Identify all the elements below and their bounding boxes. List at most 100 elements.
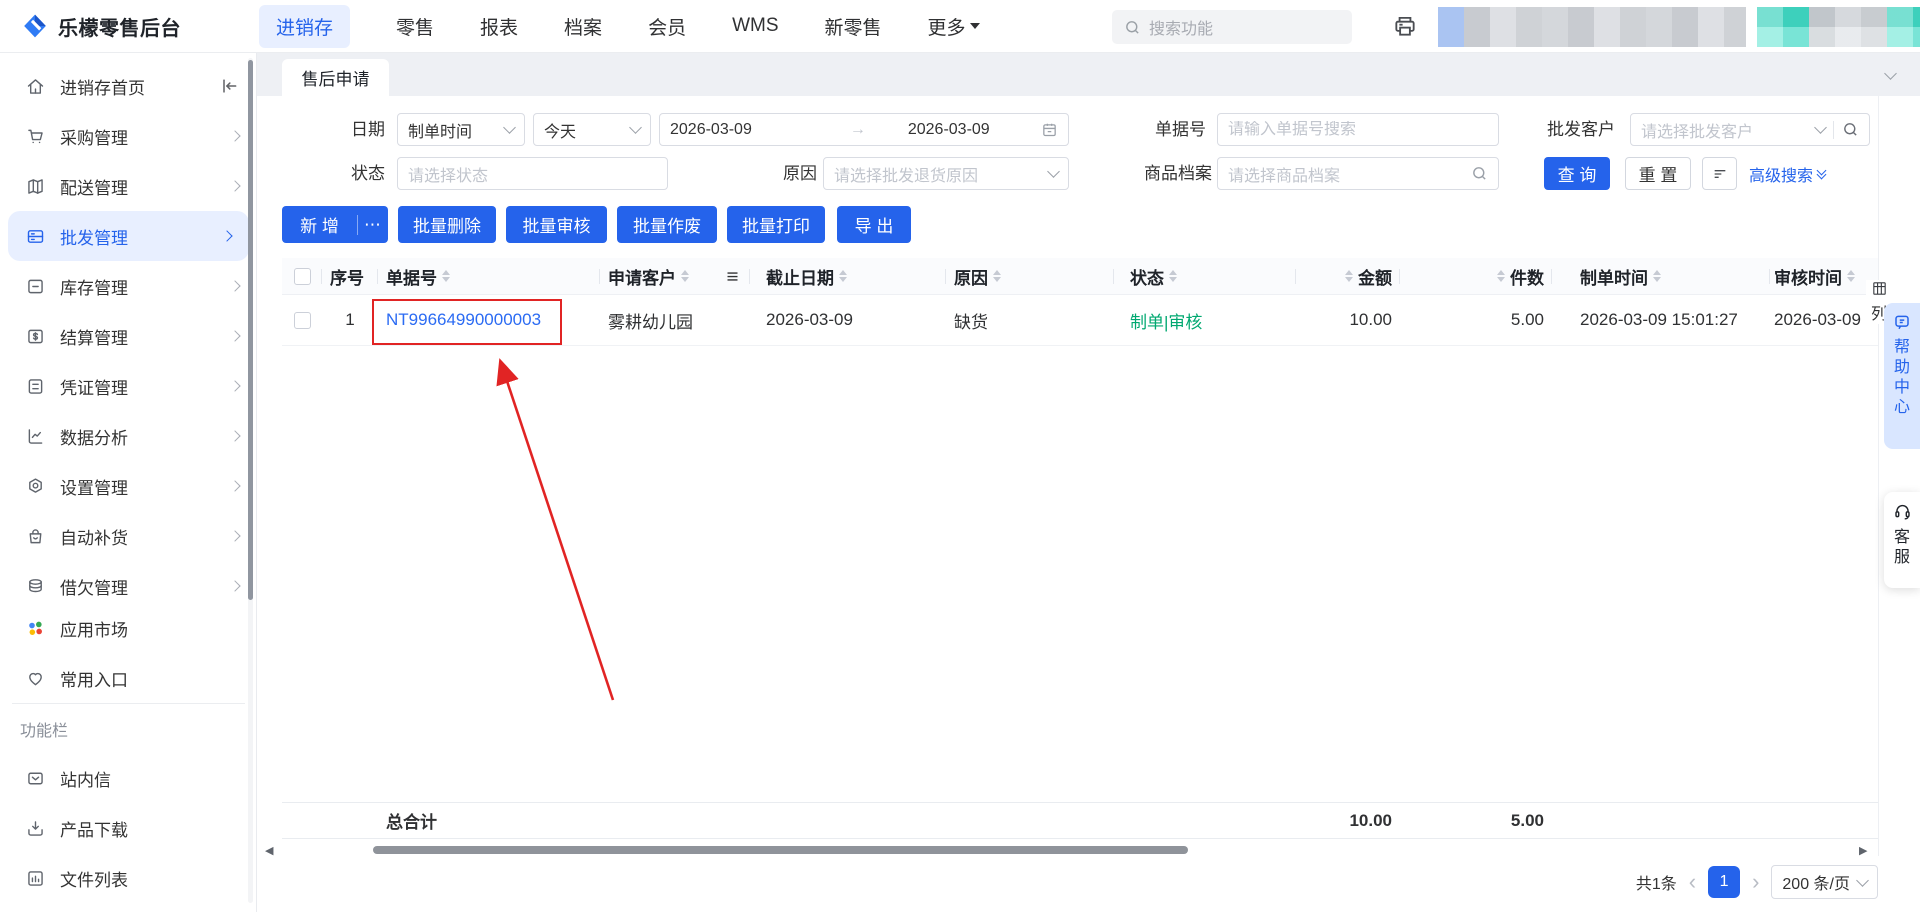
col-reason[interactable]: 原因 <box>946 258 1114 294</box>
doc-no-input[interactable] <box>1217 113 1499 146</box>
column-menu-icon[interactable] <box>725 269 740 284</box>
total-label: 总合计 <box>386 813 437 832</box>
reset-button[interactable]: 重 置 <box>1625 157 1691 190</box>
sidebar-item-product-download[interactable]: 产品下载 <box>0 803 257 853</box>
logo-icon <box>24 14 46 38</box>
current-page-button[interactable]: 1 <box>1708 866 1741 898</box>
advanced-search-link[interactable]: 高级搜索 <box>1749 157 1827 190</box>
sidebar-item-analytics[interactable]: 数据分析 <box>0 411 257 461</box>
horizontal-scrollbar[interactable]: ◀ ▶ <box>257 844 1920 857</box>
search-icon[interactable] <box>1842 121 1859 138</box>
customer-select[interactable]: 请选择批发客户 <box>1630 113 1870 146</box>
chevron-right-icon <box>229 330 241 342</box>
sidebar-item-favorites[interactable]: 常用入口 <box>0 653 257 703</box>
divider <box>1833 120 1834 139</box>
chevron-down-icon <box>1047 165 1060 178</box>
tab-after-sale-request[interactable]: 售后申请 <box>282 59 389 96</box>
col-created-time[interactable]: 制单时间 <box>1552 258 1770 294</box>
sidebar-item-messages[interactable]: 站内信 <box>0 753 257 803</box>
col-customer[interactable]: 申请客户 <box>600 258 750 294</box>
date-to-value[interactable]: 2026-03-09 <box>908 121 990 139</box>
date-preset-select[interactable]: 今天 <box>533 113 651 146</box>
main-content: 售后申请 日期 制单时间 今天 2026-03-09 → 2026-03-09 … <box>257 53 1920 912</box>
product-select[interactable]: 请选择商品档案 <box>1217 157 1499 190</box>
row-checkbox[interactable] <box>293 311 311 329</box>
date-from-value[interactable]: 2026-03-09 <box>670 121 752 139</box>
nav-item-archive[interactable]: 档案 <box>564 13 602 40</box>
date-range-picker[interactable]: 2026-03-09 → 2026-03-09 <box>659 113 1069 146</box>
printer-icon[interactable] <box>1392 13 1418 39</box>
doc-no-input-field[interactable] <box>1228 120 1488 139</box>
col-audit-time[interactable]: 审核时间 <box>1770 258 1878 294</box>
download-icon <box>28 820 43 836</box>
scrollbar-thumb[interactable] <box>373 846 1188 854</box>
sidebar-item-file-list[interactable]: 文件列表 <box>0 853 257 903</box>
cell-created-time: 2026-03-09 15:01:27 <box>1580 310 1738 329</box>
scroll-right-arrow[interactable]: ▶ <box>1859 844 1867 857</box>
sidebar-scrollbar-thumb[interactable] <box>248 60 253 600</box>
prev-page-button[interactable]: ‹ <box>1689 871 1696 893</box>
chevron-right-icon <box>229 180 241 192</box>
batch-print-button[interactable]: 批量打印 <box>727 206 825 243</box>
nav-item-new-retail[interactable]: 新零售 <box>825 13 882 40</box>
col-doc-no[interactable]: 单据号 <box>378 258 600 294</box>
app-logo[interactable]: 乐檬零售后台 <box>0 12 235 41</box>
sort-icon <box>1653 270 1661 282</box>
sidebar-item-voucher[interactable]: 凭证管理 <box>0 361 257 411</box>
sort-icon <box>1497 270 1505 282</box>
select-all-checkbox[interactable] <box>293 267 311 285</box>
nav-item-wms[interactable]: WMS <box>732 15 778 37</box>
batch-audit-button[interactable]: 批量审核 <box>506 206 607 243</box>
customer-service-widget[interactable]: 客服 <box>1884 492 1920 588</box>
add-more-button[interactable]: ⋯ <box>358 215 388 235</box>
next-page-button[interactable]: › <box>1752 871 1759 893</box>
double-chevron-down-icon <box>1816 165 1827 179</box>
sidebar-item-purchase[interactable]: 采购管理 <box>0 111 257 161</box>
app-title: 乐檬零售后台 <box>58 17 181 40</box>
scroll-left-arrow[interactable]: ◀ <box>265 844 273 857</box>
coins-icon <box>29 578 42 592</box>
sidebar-item-auto-replenish[interactable]: 自动补货 <box>0 511 257 561</box>
chevron-right-icon <box>229 580 241 592</box>
export-button[interactable]: 导 出 <box>837 206 911 243</box>
nav-item-more[interactable]: 更多 <box>928 13 980 40</box>
sidebar-item-wholesale[interactable]: 批发管理 <box>8 211 249 261</box>
col-amount[interactable]: 金额 <box>1296 258 1400 294</box>
function-search-input[interactable]: 搜索功能 <box>1112 10 1352 44</box>
status-action-links[interactable]: 制单|审核 <box>1130 308 1202 333</box>
col-deadline[interactable]: 截止日期 <box>750 258 946 294</box>
headset-icon <box>1894 504 1910 520</box>
nav-item-report[interactable]: 报表 <box>480 13 518 40</box>
help-center-widget[interactable]: 帮助中心 <box>1884 303 1920 449</box>
table-header: 序号 单据号 申请客户 截止日期 原因 状态 金额 件数 制单时间 审核时间 <box>282 258 1878 295</box>
col-qty[interactable]: 件数 <box>1400 258 1552 294</box>
sidebar-item-settlement[interactable]: 结算管理 <box>0 311 257 361</box>
app-market-icon <box>29 621 42 635</box>
file-chart-icon <box>28 870 43 886</box>
col-status[interactable]: 状态 <box>1114 258 1296 294</box>
batch-delete-button[interactable]: 批量删除 <box>398 206 496 243</box>
calendar-icon <box>1043 123 1056 137</box>
sort-icon <box>839 270 847 282</box>
add-button-group[interactable]: 新 增 ⋯ <box>282 206 388 243</box>
nav-item-member[interactable]: 会员 <box>648 13 686 40</box>
page-size-select[interactable]: 200 条/页 <box>1771 865 1878 899</box>
status-select[interactable]: 请选择状态 <box>397 157 668 190</box>
add-button[interactable]: 新 增 <box>282 212 357 237</box>
collapse-panel-button[interactable] <box>1875 61 1905 89</box>
sidebar-item-home[interactable]: 进销存首页 <box>0 61 257 111</box>
status-filter-label: 状态 <box>351 164 385 183</box>
sidebar-item-app-market[interactable]: 应用市场 <box>0 603 257 653</box>
saved-filters-button[interactable] <box>1702 157 1737 190</box>
sidebar-item-inventory[interactable]: 库存管理 <box>0 261 257 311</box>
collapse-sidebar-icon[interactable] <box>219 76 239 96</box>
reason-select[interactable]: 请选择批发退货原因 <box>823 157 1069 190</box>
date-type-select[interactable]: 制单时间 <box>397 113 525 146</box>
batch-void-button[interactable]: 批量作废 <box>617 206 717 243</box>
sidebar-item-delivery[interactable]: 配送管理 <box>0 161 257 211</box>
nav-item-retail[interactable]: 零售 <box>396 13 434 40</box>
user-info-redacted <box>1438 7 1746 47</box>
search-button[interactable]: 查 询 <box>1544 157 1610 190</box>
nav-item-purchase-sale-stock[interactable]: 进销存 <box>259 4 351 48</box>
sidebar-item-settings[interactable]: 设置管理 <box>0 461 257 511</box>
